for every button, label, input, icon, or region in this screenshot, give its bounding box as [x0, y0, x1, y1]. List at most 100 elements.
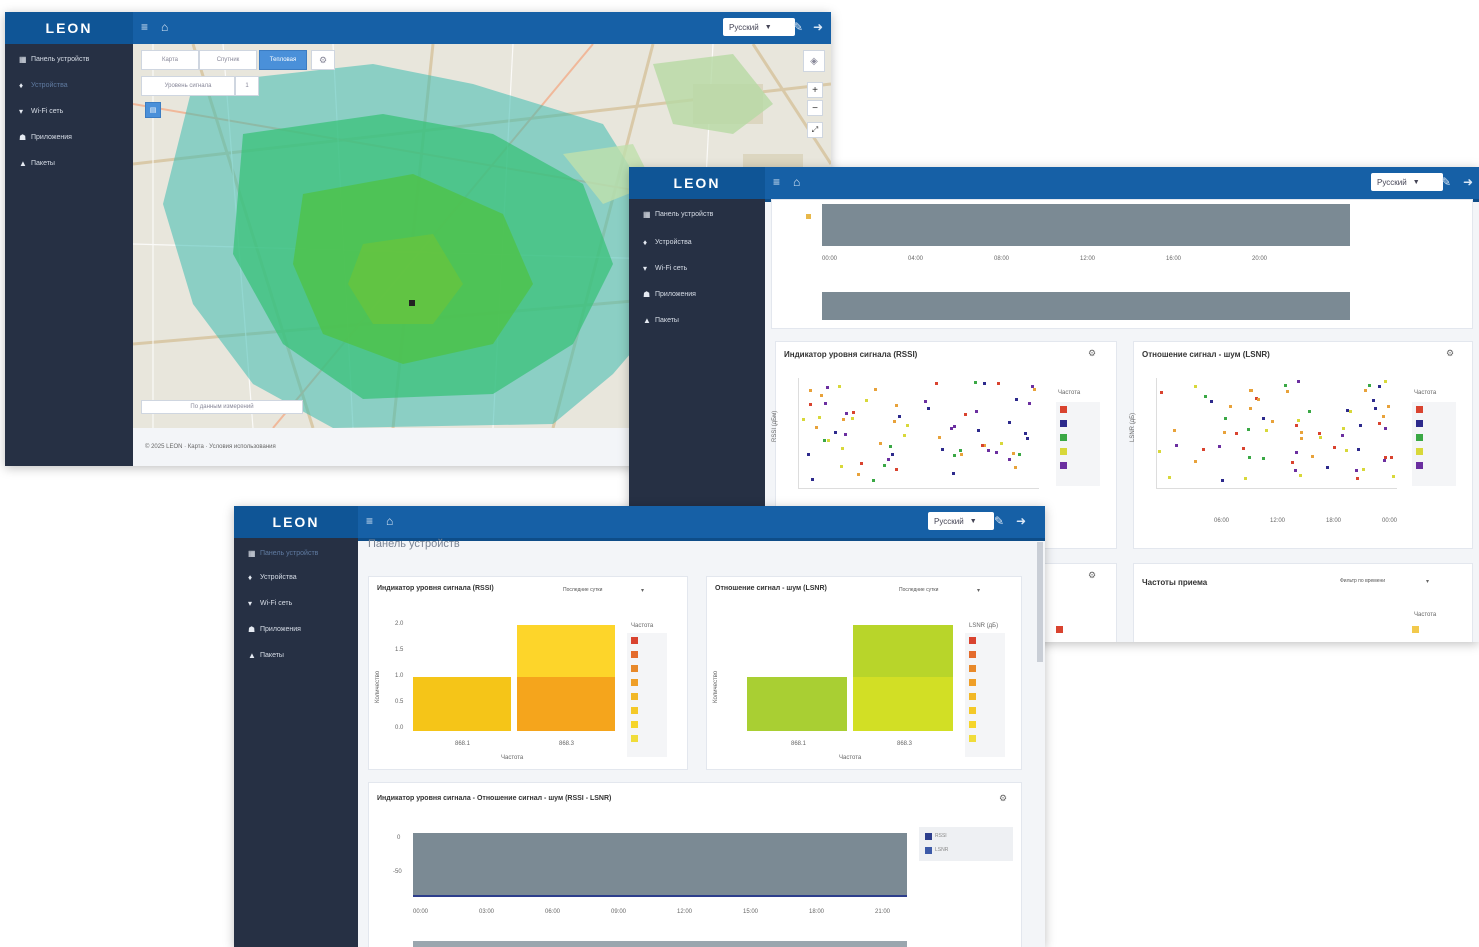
bar[interactable] — [413, 677, 511, 731]
legend-swatch — [1416, 448, 1423, 455]
logout-icon[interactable]: ➜ — [813, 20, 823, 34]
edit-icon[interactable]: ✎ — [1441, 175, 1451, 189]
scatter-point — [906, 424, 909, 427]
home-icon[interactable]: ⌂ — [793, 175, 800, 189]
home-icon[interactable]: ⌂ — [161, 20, 168, 34]
time-filter[interactable]: Последние сутки — [899, 587, 938, 593]
sidebar-item-apps[interactable]: ☗ Приложения — [19, 130, 72, 144]
chevron-down-icon: ▼ — [969, 517, 977, 525]
sidebar-item-label: Панель устройств — [31, 55, 90, 63]
upload-icon: ▲ — [19, 158, 27, 168]
menu-icon[interactable]: ≡ — [773, 175, 780, 189]
legend-swatch — [1060, 462, 1067, 469]
zoom-in-button[interactable]: + — [807, 82, 823, 98]
lsnr-line[interactable] — [413, 895, 907, 897]
sidebar-item-label: Приложения — [260, 625, 301, 633]
y-tick: 1.0 — [395, 673, 404, 679]
edit-icon[interactable]: ✎ — [994, 514, 1004, 528]
logout-icon[interactable]: ➜ — [1463, 175, 1473, 189]
scatter-point — [927, 407, 930, 410]
apps-icon: ☗ — [248, 624, 256, 634]
sidebar-item-dashboard[interactable]: ▦ Панель устройств — [248, 546, 318, 560]
scatter-point — [1319, 436, 1322, 439]
chevron-down-icon[interactable]: ▾ — [977, 587, 980, 594]
heatmap-type-button[interactable]: Тепловая — [259, 50, 307, 70]
edit-icon[interactable]: ✎ — [793, 20, 803, 34]
legend — [1056, 402, 1100, 486]
zoom-out-button[interactable]: − — [807, 100, 823, 116]
legend-swatch — [969, 693, 976, 700]
bar[interactable] — [517, 625, 615, 677]
sidebar-item-devices[interactable]: ♦ Устройства — [248, 570, 297, 584]
apps-icon: ☗ — [643, 289, 651, 299]
layer-value-input[interactable]: 1 — [235, 76, 259, 96]
sidebar-item-apps[interactable]: ☗ Приложения — [248, 622, 301, 636]
scatter-point — [959, 449, 962, 452]
settings-button[interactable]: ⚙ — [311, 50, 335, 70]
rssi-area[interactable] — [413, 833, 907, 897]
sidebar-item-devices[interactable]: ♦ Устройства — [19, 78, 68, 92]
sidebar-item-apps[interactable]: ☗ Приложения — [643, 287, 696, 301]
map-layers-button[interactable]: ◈ — [803, 50, 825, 72]
chevron-down-icon[interactable]: ▾ — [641, 587, 644, 594]
menu-icon[interactable]: ≡ — [141, 20, 148, 34]
home-icon[interactable]: ⌂ — [386, 514, 393, 528]
language-select[interactable]: Русский ▼ — [723, 18, 795, 36]
sidebar-item-packages[interactable]: ▲ Пакеты — [643, 313, 679, 327]
gear-icon[interactable]: ⚙ — [999, 793, 1007, 804]
language-label: Русский — [729, 22, 759, 32]
menu-icon[interactable]: ≡ — [366, 514, 373, 528]
sidebar-item-packages[interactable]: ▲ Пакеты — [19, 156, 55, 170]
scatter-point — [807, 453, 810, 456]
sidebar-item-wifi[interactable]: ▾ Wi-Fi сеть — [19, 104, 63, 118]
scatter-point — [1362, 468, 1365, 471]
scatter-point — [924, 400, 927, 403]
layers-toggle-button[interactable]: ▤ — [145, 102, 161, 118]
map-type-button[interactable]: Карта — [141, 50, 199, 70]
x-axis-label: Частота — [839, 755, 862, 761]
legend-title: Частота — [631, 623, 654, 629]
sidebar-item-packages[interactable]: ▲ Пакеты — [248, 648, 284, 662]
bar[interactable] — [517, 677, 615, 731]
sidebar-item-devices[interactable]: ♦ Устройства — [643, 235, 692, 249]
bar[interactable] — [853, 625, 953, 677]
scatter-point — [1297, 419, 1300, 422]
chevron-down-icon[interactable]: ▾ — [1426, 578, 1429, 585]
logout-icon[interactable]: ➜ — [1016, 514, 1026, 528]
scatter-point — [1204, 395, 1207, 398]
layer-select[interactable]: Уровень сигнала — [141, 76, 235, 96]
legend-swatch — [1416, 462, 1423, 469]
sidebar-item-wifi[interactable]: ▾ Wi-Fi сеть — [643, 261, 687, 275]
y-tick: 1.5 — [395, 647, 404, 653]
scatter-point — [1355, 469, 1358, 472]
scatter-point — [1326, 466, 1329, 469]
scatter-point — [960, 453, 963, 456]
x-tick: 12:00 — [1080, 256, 1096, 262]
satellite-type-button[interactable]: Спутник — [199, 50, 257, 70]
fullscreen-button[interactable]: ⤢ — [807, 122, 823, 138]
scatter-point — [983, 382, 986, 385]
scatter-point — [818, 416, 821, 419]
legend-swatch — [1416, 406, 1423, 413]
bar[interactable] — [853, 677, 953, 731]
time-filter[interactable]: Фильтр по времени — [1340, 578, 1385, 584]
sidebar-item-dashboard[interactable]: ▦ Панель устройств — [19, 52, 89, 66]
language-select[interactable]: Русский ▼ — [1371, 173, 1443, 191]
wifi-icon: ▾ — [643, 263, 648, 273]
gear-icon: ⚙ — [318, 54, 328, 65]
legend-label: RSSI — [935, 833, 947, 839]
sidebar-item-wifi[interactable]: ▾ Wi-Fi сеть — [248, 596, 292, 610]
header-bar: LEON ≡ ⌂ Русский ▼ ✎ ➜ — [234, 506, 1045, 541]
gear-icon[interactable]: ⚙ — [1088, 348, 1096, 359]
scatter-point — [1014, 466, 1017, 469]
gear-icon[interactable]: ⚙ — [1088, 570, 1096, 581]
sidebar-item-label: Пакеты — [260, 651, 284, 659]
legend-swatch — [631, 735, 638, 742]
legend-title: Частота — [1058, 390, 1081, 396]
sidebar-item-dashboard[interactable]: ▦ Панель устройств — [643, 207, 713, 221]
bar[interactable] — [747, 677, 847, 731]
gear-icon[interactable]: ⚙ — [1446, 348, 1454, 359]
time-filter[interactable]: Последние сутки — [563, 587, 602, 593]
language-select[interactable]: Русский ▼ — [928, 512, 994, 530]
scrollbar[interactable] — [1037, 542, 1043, 662]
